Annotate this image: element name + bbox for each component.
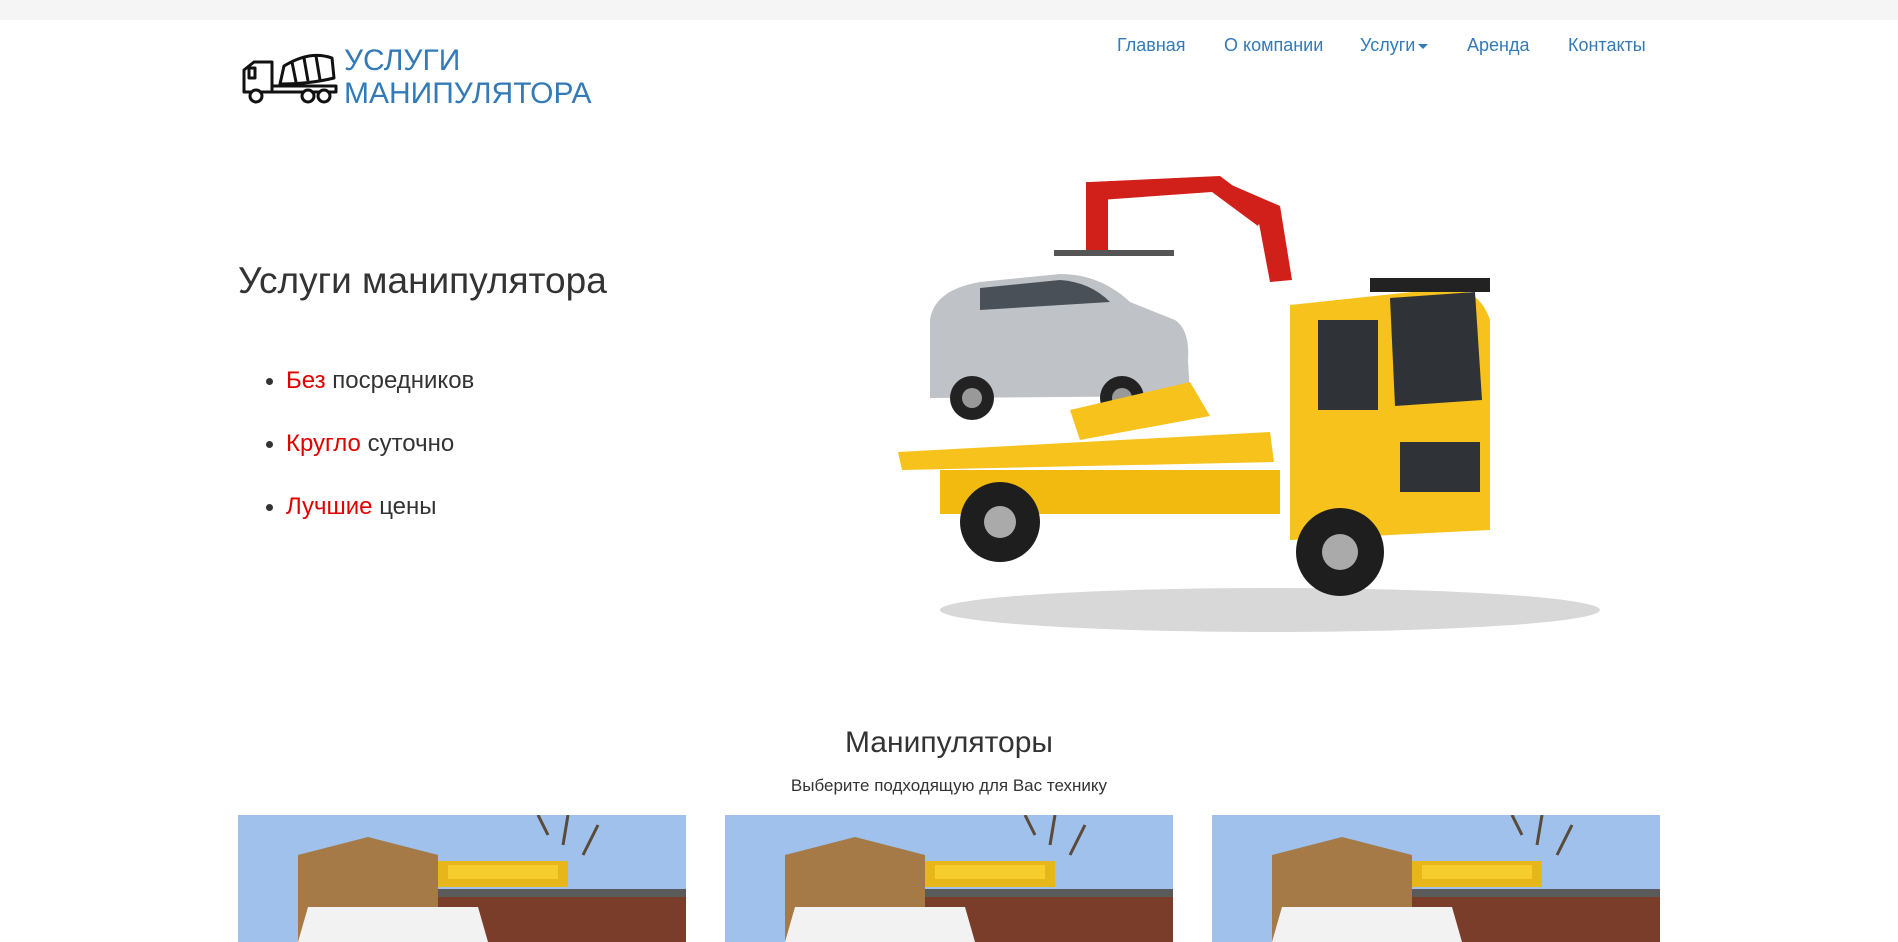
nav-item-about[interactable]: О компании bbox=[1224, 35, 1323, 56]
bullet-accent: Кругло bbox=[286, 430, 361, 457]
nav-item-services-label: Услуги bbox=[1360, 35, 1416, 55]
tow-truck-with-suv-image bbox=[898, 176, 1600, 632]
bullet-item: Лучшие цены bbox=[246, 492, 474, 555]
main-nav: Главная О компании Услуги Аренда Контакт… bbox=[0, 35, 1898, 57]
logo-line2: манипулятора bbox=[344, 77, 592, 110]
bullet-text: цены bbox=[372, 493, 437, 520]
nav-item-rent[interactable]: Аренда bbox=[1467, 35, 1529, 56]
machine-card[interactable] bbox=[238, 815, 686, 942]
nav-item-home[interactable]: Главная bbox=[1117, 35, 1186, 56]
section-title: Манипуляторы bbox=[844, 726, 1053, 759]
bullet-text: посредников bbox=[325, 367, 475, 394]
crane-truck-photo bbox=[238, 815, 686, 942]
bullet-accent: Лучшие bbox=[286, 493, 373, 520]
machine-card[interactable] bbox=[1212, 815, 1660, 942]
chevron-down-icon bbox=[1418, 43, 1429, 49]
crane-truck-photo bbox=[1212, 815, 1660, 942]
bullet-accent: Без bbox=[286, 367, 326, 394]
top-strip bbox=[0, 0, 1898, 20]
nav-item-contacts[interactable]: Контакты bbox=[1568, 35, 1646, 56]
nav-item-services[interactable]: Услуги bbox=[1360, 35, 1429, 56]
bullet-text: суточно bbox=[360, 430, 455, 457]
machine-card[interactable] bbox=[725, 815, 1173, 942]
hero-bullets: Без посредников Кругло суточно Лучшие це… bbox=[246, 366, 474, 555]
bullet-item: Кругло суточно bbox=[246, 429, 474, 492]
bullet-item: Без посредников bbox=[246, 366, 474, 429]
crane-truck-photo bbox=[725, 815, 1173, 942]
hero-title: Услуги манипулятора bbox=[238, 260, 607, 301]
section-subtitle: Выберите подходящую для Вас технику bbox=[790, 776, 1108, 795]
